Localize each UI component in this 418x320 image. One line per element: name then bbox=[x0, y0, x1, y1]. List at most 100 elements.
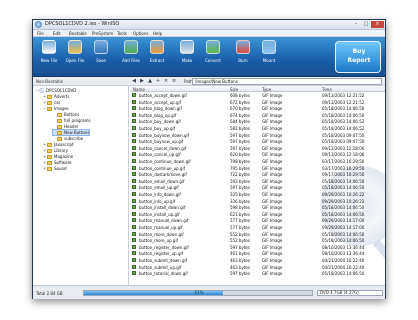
back-icon[interactable]: ◀ bbox=[131, 78, 137, 84]
tree-node-buttons[interactable]: Buttons bbox=[53, 112, 79, 117]
make-button[interactable]: Make bbox=[177, 40, 197, 74]
column-name[interactable]: Name bbox=[133, 87, 145, 92]
tree-node-software[interactable]: + Software bbox=[43, 160, 72, 165]
menu-file[interactable]: File bbox=[37, 31, 44, 36]
file-time: 09/29/2003 10:26:22 bbox=[322, 198, 365, 204]
disc-type-select[interactable]: DVD 4.7GB (4.27G) bbox=[317, 290, 383, 296]
save-button[interactable]: Save bbox=[91, 40, 111, 74]
extract-button[interactable]: Extract bbox=[147, 40, 167, 74]
table-row[interactable]: button_buy_down.gif 584 bytes GIF Image 05/… bbox=[130, 119, 385, 124]
table-row[interactable]: button_dostarkmove.gif 722 bytes GIF Image… bbox=[130, 172, 385, 177]
menu-help[interactable]: Help bbox=[153, 31, 162, 36]
column-size[interactable]: Size bbox=[230, 87, 238, 92]
delete-icon[interactable]: × bbox=[163, 78, 169, 84]
mount-button[interactable]: Mount bbox=[259, 40, 279, 74]
tree-node-sound[interactable]: + Sound bbox=[43, 166, 67, 171]
file-time: 05/18/2003 14:06:50 bbox=[322, 231, 365, 237]
table-row[interactable]: button_submit_up.gif 463 bytes GIF Image 04… bbox=[130, 264, 385, 270]
table-row[interactable]: button_manual_up.gif 577 bytes GIF Image 09… bbox=[130, 225, 385, 230]
menu-options[interactable]: Options bbox=[133, 31, 148, 36]
table-row[interactable]: button_register_down.gif 597 bytes GIF Ima… bbox=[130, 244, 385, 250]
file-name: button_manual_up.gif bbox=[139, 225, 183, 230]
view-icon[interactable]: ≡ bbox=[171, 78, 177, 84]
maximize-button[interactable]: □ bbox=[361, 21, 371, 28]
table-row[interactable]: button_more_up.gif 552 bytes GIF Image 05/1… bbox=[130, 238, 385, 243]
table-row[interactable]: button_accept_up.gif 672 bytes GIF Image 09… bbox=[130, 99, 385, 105]
title-bar[interactable]: DPCSOL1CDVD 2.iso - WinISO – □ × bbox=[33, 20, 385, 30]
file-size: 608 bytes bbox=[230, 93, 250, 98]
table-row[interactable]: button_buynow_down.gif 597 bytes GIF Image… bbox=[130, 132, 385, 138]
table-row[interactable]: button_blog_down.gif 670 bytes GIF Image 05… bbox=[130, 106, 385, 111]
tree-node-header[interactable]: Header bbox=[53, 124, 79, 129]
folder-icon bbox=[47, 166, 52, 171]
table-row[interactable]: button_info_down.gif 335 bytes GIF Image 09… bbox=[130, 192, 385, 197]
file-size: 584 bytes bbox=[230, 119, 250, 125]
buy-report-logo[interactable]: Buy Report bbox=[335, 41, 381, 73]
tree-node-magazine[interactable]: + Magazine bbox=[43, 154, 73, 159]
file-size: 795 bytes bbox=[230, 165, 250, 171]
file-size: 597 bytes bbox=[230, 139, 250, 145]
file-name: button_buynow_up.gif bbox=[139, 139, 184, 145]
table-row[interactable]: button_email_down.gif 593 bytes GIF Image 0… bbox=[130, 178, 385, 184]
tree-node-css[interactable]: + css bbox=[43, 100, 60, 105]
tree-node-subscribe[interactable]: subscribe bbox=[53, 136, 83, 141]
table-row[interactable]: button_accept_down.gif 608 bytes GIF Image… bbox=[130, 93, 385, 98]
file-name: button_continue_down.gif bbox=[139, 159, 191, 164]
tree-node-root[interactable]: − DPCSOL1CDVD bbox=[35, 88, 76, 93]
table-row[interactable]: button_register_up.gif 461 bytes GIF Image… bbox=[130, 251, 385, 256]
gif-file-icon bbox=[132, 185, 136, 190]
up-folder-icon[interactable]: ▲ bbox=[147, 78, 153, 84]
table-row[interactable]: button_tutorial_down.gif 597 bytes GIF Ima… bbox=[130, 271, 385, 276]
tree-node-library[interactable]: + Library bbox=[43, 148, 68, 153]
new-folder-icon[interactable]: + bbox=[155, 78, 161, 84]
table-row[interactable]: button_more_down.gif 552 bytes GIF Image 05… bbox=[130, 231, 385, 237]
menu-presystem[interactable]: PreSystem bbox=[92, 31, 113, 36]
tree-node-full-programs[interactable]: full programs bbox=[53, 118, 91, 123]
file-time: 09/13/2003 12:18:06 bbox=[322, 152, 365, 158]
burn-button[interactable]: Burn bbox=[233, 40, 253, 74]
table-row[interactable]: button_info_up.gif 336 bytes GIF Image 09/2… bbox=[130, 198, 385, 204]
folder-icon bbox=[47, 148, 52, 153]
menu-tools[interactable]: Tools bbox=[117, 31, 127, 36]
table-row[interactable]: button_install_up.gif 621 bytes GIF Image 0… bbox=[130, 211, 385, 217]
file-time: 05/18/2003 09:47:50 bbox=[322, 139, 365, 145]
table-row[interactable]: button_cancel_up.gif 620 bytes GIF Image 09… bbox=[130, 152, 385, 157]
menu-bootable[interactable]: Bootable bbox=[69, 31, 87, 36]
file-name: button_cancel_down.gif bbox=[139, 145, 187, 151]
table-row[interactable]: button_submit_down.gif 463 bytes GIF Image… bbox=[130, 258, 385, 263]
file-name: button_continue_up.gif bbox=[139, 165, 185, 171]
add-files-button[interactable]: Add Files bbox=[121, 40, 141, 74]
table-row[interactable]: button_manual_down.gif 577 bytes GIF Image… bbox=[130, 218, 385, 223]
gif-file-icon bbox=[132, 139, 136, 144]
tree-node-new-buttons[interactable]: New Buttons bbox=[51, 129, 91, 136]
table-row[interactable]: button_buynow_up.gif 597 bytes GIF Image 05… bbox=[130, 139, 385, 144]
close-button[interactable]: × bbox=[371, 21, 384, 28]
table-row[interactable]: button_cancel_down.gif 597 bytes GIF Image… bbox=[130, 145, 385, 151]
column-type[interactable]: Type bbox=[262, 87, 271, 92]
table-row[interactable]: button_buy_up.gif 582 bytes GIF Image 05/18… bbox=[130, 126, 385, 131]
tree-node-adverts[interactable]: + Adverts bbox=[43, 94, 69, 99]
file-size: 335 bytes bbox=[230, 192, 250, 197]
tree-node-javascript[interactable]: + Javascript bbox=[43, 142, 74, 147]
file-name: button_blog_up.gif bbox=[139, 112, 177, 118]
new-file-button[interactable]: New File bbox=[39, 40, 59, 74]
table-row[interactable]: button_continue_up.gif 795 bytes GIF Image… bbox=[130, 165, 385, 171]
file-size: 798 bytes bbox=[230, 159, 250, 164]
open-file-button[interactable]: Open File bbox=[65, 40, 85, 74]
minimize-button[interactable]: – bbox=[351, 21, 361, 28]
table-row[interactable]: button_continue_down.gif 798 bytes GIF Ima… bbox=[130, 159, 385, 164]
forward-icon[interactable]: ▶ bbox=[139, 78, 145, 84]
add-files-label: Add Files bbox=[122, 58, 140, 63]
column-time[interactable]: Time bbox=[322, 87, 332, 92]
table-row[interactable]: button_email_up.gif 597 bytes GIF Image 05/… bbox=[130, 185, 385, 190]
menu-edit[interactable]: Edit bbox=[53, 31, 61, 36]
tree-node-images[interactable]: − Images bbox=[43, 106, 69, 111]
path-field[interactable]: \Images\New Buttons bbox=[192, 78, 382, 85]
file-time: 03/17/2003 16:29:50 bbox=[322, 159, 365, 164]
file-size: 552 bytes bbox=[230, 238, 250, 244]
table-row[interactable]: button_blog_up.gif 674 bytes GIF Image 05/1… bbox=[130, 112, 385, 118]
table-row[interactable]: button_install_down.gif 598 bytes GIF Imag… bbox=[130, 205, 385, 210]
convert-button[interactable]: Convert bbox=[203, 40, 223, 74]
save-icon bbox=[94, 40, 108, 54]
file-time: 08/10/2003 13:36:44 bbox=[322, 244, 365, 250]
